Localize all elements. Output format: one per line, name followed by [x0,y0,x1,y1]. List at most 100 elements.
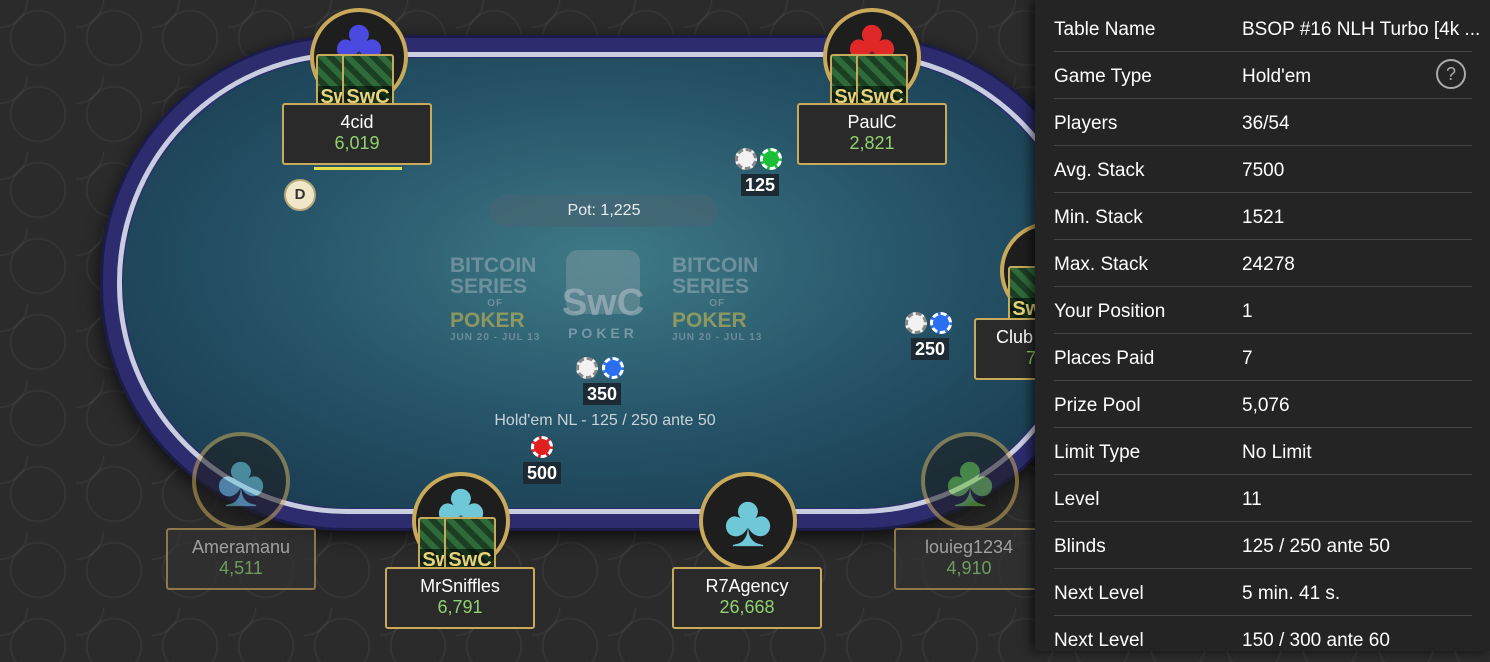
player-namebox: MrSniffles 6,791 [385,567,535,629]
logo-dates: JUN 20 - JUL 13 [450,332,541,343]
logo-line3: POKER [450,309,525,332]
info-row-next-level-blinds: Next Level 150 / 300 ante 60 [1054,616,1472,662]
info-row-table-name: Table Name BSOP #16 NLH Turbo [4k ... [1054,5,1480,52]
player-name: Club [996,327,1034,347]
pot-display: Pot: 1,225 [490,195,718,227]
info-value: 11 [1242,489,1262,510]
logo-dates: JUN 20 - JUL 13 [672,332,763,343]
info-row-level: Level 11 [1054,475,1472,522]
bet-amount: 350 [582,383,622,405]
swc-poker-logo: SwC POKER [553,250,653,346]
player-name: 4cid [340,112,374,132]
chip-stack [519,436,565,462]
bet-amount: 125 [740,174,780,196]
info-value: 125 / 250 ante 50 [1242,536,1390,557]
bet-club: 250 [905,312,955,360]
info-value: 150 / 300 ante 60 [1242,630,1390,651]
hole-cards: SwC SwC [830,54,916,110]
info-value: 1 [1242,301,1253,322]
club-icon: ♣ [216,439,266,522]
player-avatar: ♣ [192,432,290,530]
logo-line1: BITCOIN [672,254,759,277]
logo-line1: BITCOIN [450,254,537,277]
player-stack: 4,910 [946,558,992,578]
bet-r7agency: 350 [576,357,628,405]
info-value: 36/54 [1242,113,1290,134]
bet-amount: 500 [522,462,562,484]
turn-timer-bar [314,167,402,170]
info-value: BSOP #16 NLH Turbo [4k ... [1242,19,1481,40]
logo-line2: SERIES [672,275,750,298]
player-stack: 26,668 [719,597,775,617]
bet-mrsniffles: 500 [519,436,565,484]
player-name: Ameramanu [191,537,291,557]
chip-stack [905,312,955,338]
player-name: MrSniffles [420,576,500,596]
info-key: Max. Stack [1054,254,1148,275]
player-stack: 2,821 [849,133,895,153]
help-icon[interactable]: ? [1436,59,1466,89]
player-namebox: Club 7 [974,318,1035,380]
logo-line3: POKER [672,309,747,332]
info-key: Level [1054,489,1100,510]
bet-paulc: 125 [735,148,785,196]
info-value: 24278 [1242,254,1295,275]
info-key: Places Paid [1054,348,1155,369]
card-back: SwC [342,54,394,110]
info-key: Prize Pool [1054,395,1141,416]
card-back: SwC [1008,266,1035,322]
info-key: Game Type [1054,66,1152,87]
info-key: Your Position [1054,301,1166,322]
chip-stack [735,148,785,174]
info-value: 5,076 [1242,395,1290,416]
info-row-places-paid: Places Paid 7 [1054,334,1472,381]
info-row-prize-pool: Prize Pool 5,076 [1054,381,1472,428]
info-value: 7 [1242,348,1253,369]
info-value: Hold'em [1242,66,1312,87]
info-key: Players [1054,113,1118,134]
info-row-players: Players 36/54 [1054,99,1472,146]
card-back: SwC [444,517,496,573]
player-stack: 7 [1026,348,1035,368]
chip-blue-icon [930,312,952,334]
club-icon: ♣ [723,479,773,562]
info-row-limit-type: Limit Type No Limit [1054,428,1472,475]
info-key: Blinds [1054,536,1106,557]
card-back: SwC [856,54,908,110]
info-key: Next Level [1054,583,1144,604]
info-value: No Limit [1242,442,1312,463]
bsop-logo-right: BITCOIN SERIES OF POKER JUN 20 - JUL 13 [672,255,762,344]
info-row-blinds: Blinds 125 / 250 ante 50 [1054,522,1472,569]
info-row-your-position: Your Position 1 [1054,287,1472,334]
player-name: PaulC [847,112,897,132]
info-row-max-stack: Max. Stack 24278 [1054,240,1472,287]
info-key: Min. Stack [1054,207,1143,228]
poker-table-area: BITCOIN SERIES OF POKER JUN 20 - JUL 13 … [0,0,1035,651]
hole-cards: SwC [1008,266,1035,322]
player-avatar: ♣ [699,472,797,570]
chip-green-icon [760,148,782,170]
info-value: 7500 [1242,160,1285,181]
info-row-next-level-time: Next Level 5 min. 41 s. [1054,569,1472,616]
chip-stack [576,357,628,383]
info-value: 1521 [1242,207,1285,228]
hole-cards: SwC SwC [316,54,402,110]
player-namebox: 4cid 6,019 [282,103,432,165]
info-key: Avg. Stack [1054,160,1145,181]
player-stack: 6,791 [437,597,483,617]
chip-blue-icon [602,357,624,379]
hole-cards: SwC SwC [418,517,504,573]
chip-white-icon [735,148,757,170]
tournament-info-panel: Table Name BSOP #16 NLH Turbo [4k ... Ga… [1035,0,1490,651]
info-row-game-type: Game Type Hold'em [1054,52,1472,99]
swc-logo-text: SwC [561,282,645,324]
player-namebox: louieg1234 4,910 [894,528,1035,590]
player-namebox: R7Agency 26,668 [672,567,822,629]
chip-red-icon [531,436,553,458]
player-stack: 4,511 [219,558,263,578]
info-key: Table Name [1054,19,1156,40]
info-key: Next Level [1054,630,1144,651]
info-key: Limit Type [1054,442,1141,463]
info-value: 5 min. 41 s. [1242,583,1341,604]
swc-logo-sub: POKER [568,325,638,341]
